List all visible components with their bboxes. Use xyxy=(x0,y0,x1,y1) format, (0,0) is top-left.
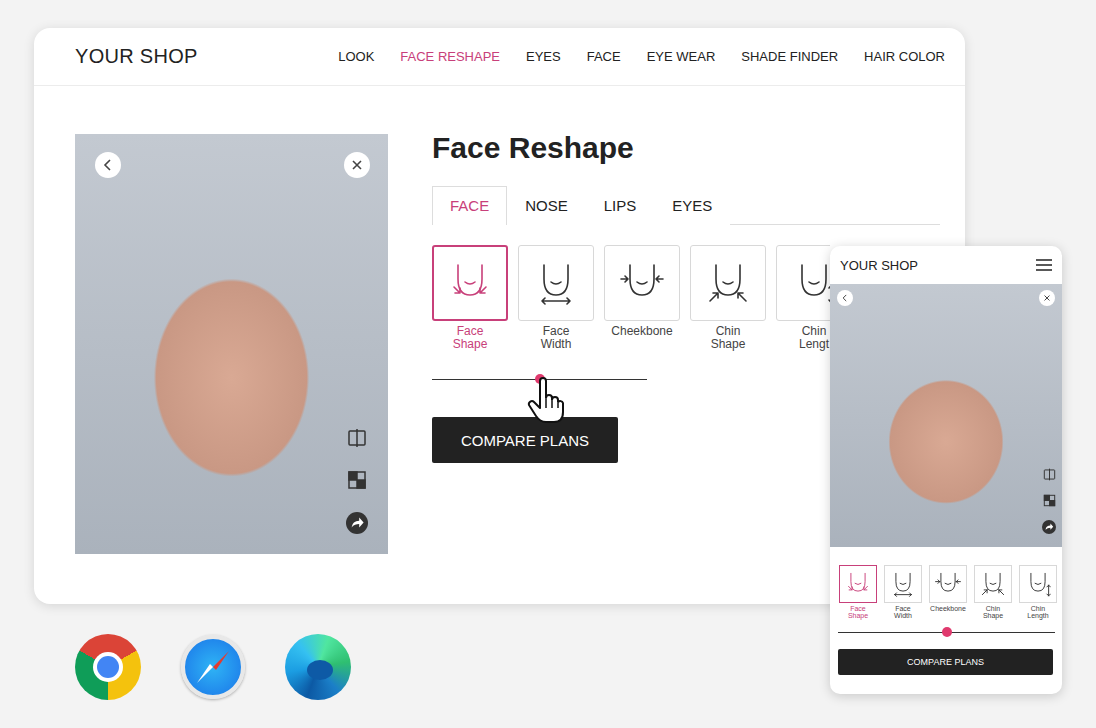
option-label: Cheekbone xyxy=(930,605,966,612)
nav-item[interactable]: EYE WEAR xyxy=(647,49,716,64)
option[interactable]: Face Shape xyxy=(432,245,508,351)
share-icon[interactable] xyxy=(346,512,368,534)
option-label: Face Shape xyxy=(848,605,868,619)
shop-logo[interactable]: YOUR SHOP xyxy=(75,45,198,68)
option[interactable]: Face Width xyxy=(884,565,922,619)
face-photo xyxy=(75,134,388,554)
hand-cursor-icon xyxy=(526,376,566,424)
hamburger-menu-icon[interactable] xyxy=(1036,259,1052,271)
option[interactable]: Cheekbone xyxy=(604,245,680,351)
close-icon[interactable] xyxy=(344,152,370,178)
option-tile[interactable] xyxy=(604,245,680,321)
option[interactable]: Chin Length xyxy=(1019,565,1057,619)
option-label: Face Width xyxy=(541,325,572,351)
option[interactable]: Chin Shape xyxy=(690,245,766,351)
option[interactable]: Face Shape xyxy=(839,565,877,619)
compare-plans-button[interactable]: COMPARE PLANS xyxy=(432,417,618,463)
option[interactable]: Face Width xyxy=(518,245,594,351)
face-reshape-icon xyxy=(935,571,961,597)
chrome-icon xyxy=(75,634,141,700)
option-tile[interactable] xyxy=(974,565,1012,603)
option-label: Chin Shape xyxy=(983,605,1003,619)
face-photo xyxy=(830,284,1062,547)
tab[interactable]: FACE xyxy=(432,186,507,225)
option-tile[interactable] xyxy=(432,245,508,321)
face-reshape-icon xyxy=(792,261,830,305)
slider-handle[interactable] xyxy=(942,627,952,637)
grid-icon[interactable] xyxy=(1043,494,1056,507)
tab[interactable]: EYES xyxy=(654,186,730,225)
photo-tools xyxy=(346,428,368,534)
tab[interactable]: LIPS xyxy=(586,186,655,225)
face-reshape-icon xyxy=(706,261,750,305)
face-reshape-icon xyxy=(448,261,492,305)
option-label: Cheekbone xyxy=(611,325,672,338)
compare-plans-button[interactable]: COMPARE PLANS xyxy=(838,649,1053,675)
panel-title: Face Reshape xyxy=(432,130,940,166)
content: Face Reshape FACENOSELIPSEYES Face Shape… xyxy=(34,86,965,554)
face-reshape-icon xyxy=(620,261,664,305)
grid-icon[interactable] xyxy=(347,470,367,490)
tab[interactable]: NOSE xyxy=(507,186,586,225)
option-tile[interactable] xyxy=(1019,565,1057,603)
tab-bar: FACENOSELIPSEYES xyxy=(432,186,940,225)
option-tile[interactable] xyxy=(690,245,766,321)
share-icon[interactable] xyxy=(1042,520,1056,534)
mobile-header: YOUR SHOP xyxy=(830,246,1062,284)
close-icon[interactable] xyxy=(1039,290,1055,306)
nav-bar: LOOK FACE RESHAPE EYES FACE EYE WEAR SHADE FI… xyxy=(338,49,945,64)
option[interactable]: Cheekbone xyxy=(929,565,967,619)
back-icon[interactable] xyxy=(837,290,853,306)
option-label: Face Width xyxy=(894,605,912,619)
compare-icon[interactable] xyxy=(1043,468,1056,481)
option-list: Face Shape Face Width Cheekbone Chin Sha… xyxy=(432,245,830,351)
option-label: Chin Shape xyxy=(711,325,746,351)
nav-item[interactable]: FACE xyxy=(587,49,621,64)
nav-item[interactable]: LOOK xyxy=(338,49,374,64)
nav-item[interactable]: HAIR COLOR xyxy=(864,49,945,64)
shop-logo[interactable]: YOUR SHOP xyxy=(840,258,918,273)
face-reshape-icon xyxy=(980,571,1006,597)
nav-item[interactable]: FACE RESHAPE xyxy=(400,49,500,64)
option-tile[interactable] xyxy=(518,245,594,321)
desktop-preview: YOUR SHOP LOOK FACE RESHAPE EYES FACE EYE WE… xyxy=(34,28,965,604)
back-icon[interactable] xyxy=(95,152,121,178)
face-reshape-icon xyxy=(534,261,578,305)
option-label: Chin Length xyxy=(1027,605,1048,619)
option-tile[interactable] xyxy=(884,565,922,603)
option-label: Chin Lengt xyxy=(799,325,829,351)
compare-icon[interactable] xyxy=(347,428,367,448)
edge-icon xyxy=(285,634,351,700)
option-tile[interactable] xyxy=(839,565,877,603)
nav-item[interactable]: EYES xyxy=(526,49,561,64)
option-tile[interactable] xyxy=(929,565,967,603)
mobile-preview: YOUR SHOP Face Shape Face Width Cheekbon… xyxy=(830,246,1062,694)
option-tile[interactable] xyxy=(776,245,830,321)
face-reshape-icon xyxy=(845,571,871,597)
header: YOUR SHOP LOOK FACE RESHAPE EYES FACE EYE WE… xyxy=(34,28,965,86)
slider[interactable] xyxy=(838,627,1055,637)
safari-icon xyxy=(181,635,245,699)
page: YOUR SHOP LOOK FACE RESHAPE EYES FACE EYE WE… xyxy=(0,0,1096,728)
option[interactable]: Chin Shape xyxy=(974,565,1012,619)
option[interactable]: Chin Lengt xyxy=(776,245,830,351)
face-reshape-icon xyxy=(890,571,916,597)
slider[interactable] xyxy=(432,373,647,385)
face-reshape-icon xyxy=(1025,571,1051,597)
option-label: Face Shape xyxy=(453,325,488,351)
nav-item[interactable]: SHADE FINDER xyxy=(741,49,838,64)
photo-tools xyxy=(1042,468,1056,534)
option-list: Face Shape Face Width Cheekbone Chin Sha… xyxy=(830,547,1062,619)
